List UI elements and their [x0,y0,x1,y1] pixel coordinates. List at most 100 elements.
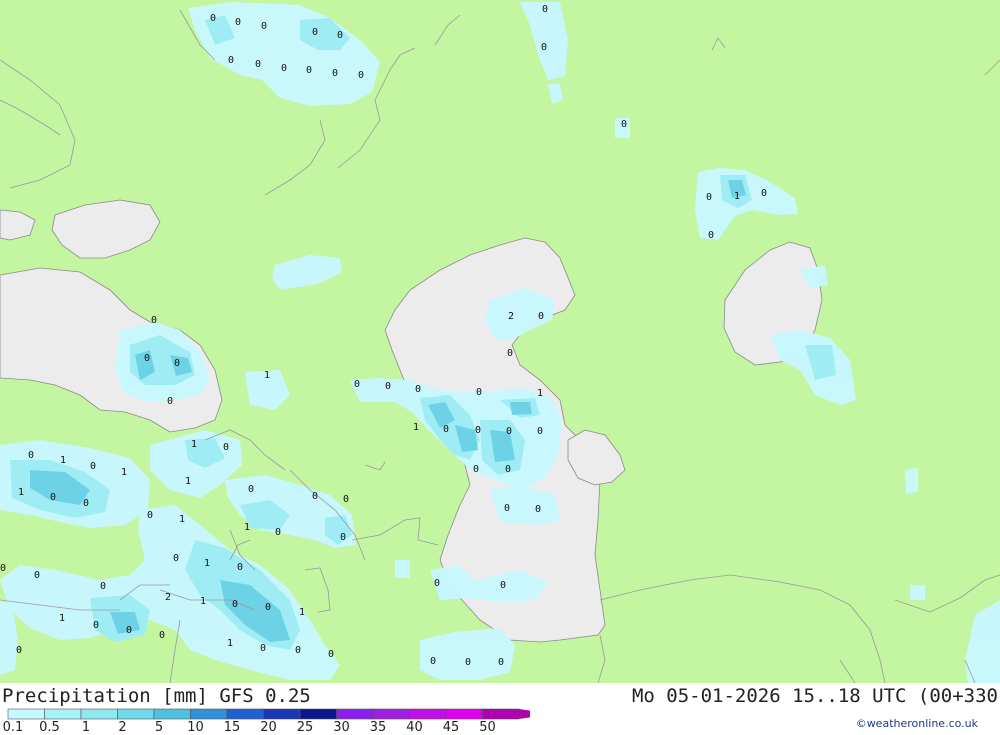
precip-value-label: 0 [100,581,106,592]
precip-value-label: 0 [260,643,266,654]
precip-value-label: 0 [507,348,513,359]
legend-swatch [226,708,264,720]
precip-value-label: 0 [443,424,449,435]
precip-value-label: 0 [498,657,504,668]
precipitation-map: 0 0 0 0 0 0 0 0 0 0 0 0 0 0 0 1 0 0 0 0 0 0 1 2 0 0 0 0 0 0 1 1 0 0 0 0 0 0 0 0… [0,0,1000,683]
precip-value-label: 0 [621,119,627,130]
precip-value-label: 0 [255,59,261,70]
precip-value-label: 1 [299,607,305,618]
precip-value-label: 0 [708,230,714,241]
precip-value-label: 0 [337,30,343,41]
precip-value-label: 0 [706,192,712,203]
legend-swatch [190,708,228,720]
precip-value-label: 0 [415,384,421,395]
precip-value-label: 0 [151,315,157,326]
precip-value-label: 1 [734,191,740,202]
precip-value-label: 0 [312,491,318,502]
precip-value-label: 0 [465,657,471,668]
precip-value-label: 0 [232,599,238,610]
precip-south-spot [395,560,410,578]
legend-swatch [336,708,374,720]
precip-value-label: 0 [506,426,512,437]
precip-value-label: 0 [358,70,364,81]
precip-value-label: 0 [265,602,271,613]
precip-value-label: 0 [223,442,229,453]
precip-value-label: 1 [227,638,233,649]
footer-bar: Precipitation [mm] GFS 0.25 Mo 05-01-202… [0,683,1000,735]
precip-value-label: 1 [121,467,127,478]
precip-value-label: 0 [430,656,436,667]
precip-value-label: 0 [50,492,56,503]
legend-swatch [445,708,483,720]
precip-value-label: 1 [413,422,419,433]
precip-value-label: 0 [434,578,440,589]
precip-value-label: 0 [147,510,153,521]
precip-value-label: 0 [159,630,165,641]
legend-swatch [153,708,191,720]
valid-time: Mo 05-01-2026 15..18 UTC (00+330 [631,685,998,707]
precip-east-spot [905,468,918,494]
precip-value-label: 0 [354,379,360,390]
precip-value-label: 0 [535,504,541,515]
precip-value-label: 0 [343,494,349,505]
precip-value-label: 0 [90,461,96,472]
precip-value-label: 0 [275,527,281,538]
map-title: Precipitation [mm] GFS 0.25 [2,685,311,707]
precip-value-label: 1 [185,476,191,487]
precip-value-label: 0 [34,570,40,581]
credit-link[interactable]: ©weatheronline.co.uk [856,717,978,730]
precip-value-label: 0 [306,65,312,76]
precip-value-label: 0 [537,426,543,437]
precip-value-label: 0 [538,311,544,322]
precip-value-label: 1 [191,439,197,450]
precip-value-label: 0 [761,188,767,199]
legend-swatch [7,708,45,720]
precip-value-label: 0 [312,27,318,38]
precip-value-label: 0 [295,645,301,656]
precip-value-label: 0 [248,484,254,495]
precip-value-label: 0 [174,358,180,369]
precip-value-label: 0 [237,562,243,573]
legend-swatch [409,708,447,720]
precip-value-label: 2 [508,311,514,322]
precip-value-label: 0 [328,649,334,660]
precip-value-label: 0 [281,63,287,74]
precip-value-label: 0 [93,620,99,631]
precip-value-label: 0 [28,450,34,461]
precip-value-label: 1 [537,388,543,399]
precip-value-label: 0 [541,42,547,53]
precip-value-label: 0 [83,498,89,509]
precip-value-label: 0 [476,387,482,398]
legend-swatch [299,708,337,720]
precip-value-label: 0 [173,553,179,564]
precip-value-label: 0 [385,381,391,392]
legend-swatch [80,708,118,720]
legend-swatch [263,708,301,720]
precip-value-label: 1 [179,514,185,525]
precip-value-label: 0 [475,425,481,436]
precip-east-spot2 [910,585,925,600]
precip-value-label: 0 [126,625,132,636]
precip-value-label: 0 [228,55,234,66]
precip-value-label: 0 [332,68,338,79]
precip-value-label: 1 [18,487,24,498]
precip-value-label: 0 [144,353,150,364]
precip-value-label: 0 [167,396,173,407]
precip-value-label: 0 [504,503,510,514]
precip-value-label: 0 [0,563,6,574]
legend-swatch [372,708,410,720]
precip-value-label: 0 [473,464,479,475]
precip-value-label: 1 [60,455,66,466]
precip-value-label: 1 [244,522,250,533]
precip-value-label: 0 [500,580,506,591]
precip-value-label: 1 [59,613,65,624]
precip-value-label: 1 [204,558,210,569]
legend-swatch [117,708,155,720]
legend-swatch [482,708,520,720]
legend-arrow [519,709,553,719]
precip-value-label: 0 [340,532,346,543]
precip-value-label: 2 [165,592,171,603]
precip-value-label: 0 [542,4,548,15]
legend-swatch [44,708,82,720]
precip-value-label: 1 [264,370,270,381]
